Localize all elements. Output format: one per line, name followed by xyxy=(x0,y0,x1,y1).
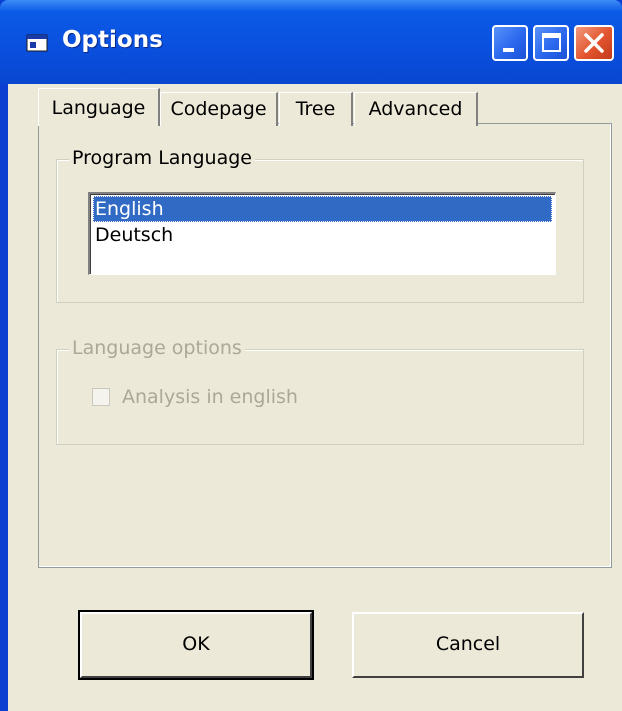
cancel-button[interactable]: Cancel xyxy=(352,612,584,678)
tab-advanced[interactable]: Advanced xyxy=(354,92,478,126)
title-bar[interactable]: Options xyxy=(0,0,622,84)
close-icon xyxy=(584,33,604,53)
window-title: Options xyxy=(62,27,163,53)
tab-tree[interactable]: Tree xyxy=(279,92,353,126)
analysis-in-english-checkbox[interactable] xyxy=(92,388,110,406)
minimize-button[interactable] xyxy=(492,25,528,61)
ok-button[interactable]: OK xyxy=(78,610,314,680)
list-item[interactable]: Deutsch xyxy=(93,222,552,248)
program-language-listbox[interactable]: English Deutsch xyxy=(88,192,556,275)
maximize-icon xyxy=(542,33,561,52)
language-options-legend: Language options xyxy=(69,336,245,360)
dialog-client-area: Language Codepage Tree Advanced Program … xyxy=(8,84,622,711)
minimize-icon xyxy=(503,48,514,52)
tab-codepage[interactable]: Codepage xyxy=(160,92,278,126)
tab-language[interactable]: Language xyxy=(38,88,160,126)
list-item[interactable]: English xyxy=(93,196,552,222)
analysis-in-english-label: Analysis in english xyxy=(122,386,298,408)
maximize-button[interactable] xyxy=(533,25,569,61)
program-language-legend: Program Language xyxy=(69,146,255,170)
options-dialog: Options Language Codepage Tree Advanced … xyxy=(0,0,622,711)
window-app-icon xyxy=(26,34,48,52)
close-button[interactable] xyxy=(574,25,614,61)
